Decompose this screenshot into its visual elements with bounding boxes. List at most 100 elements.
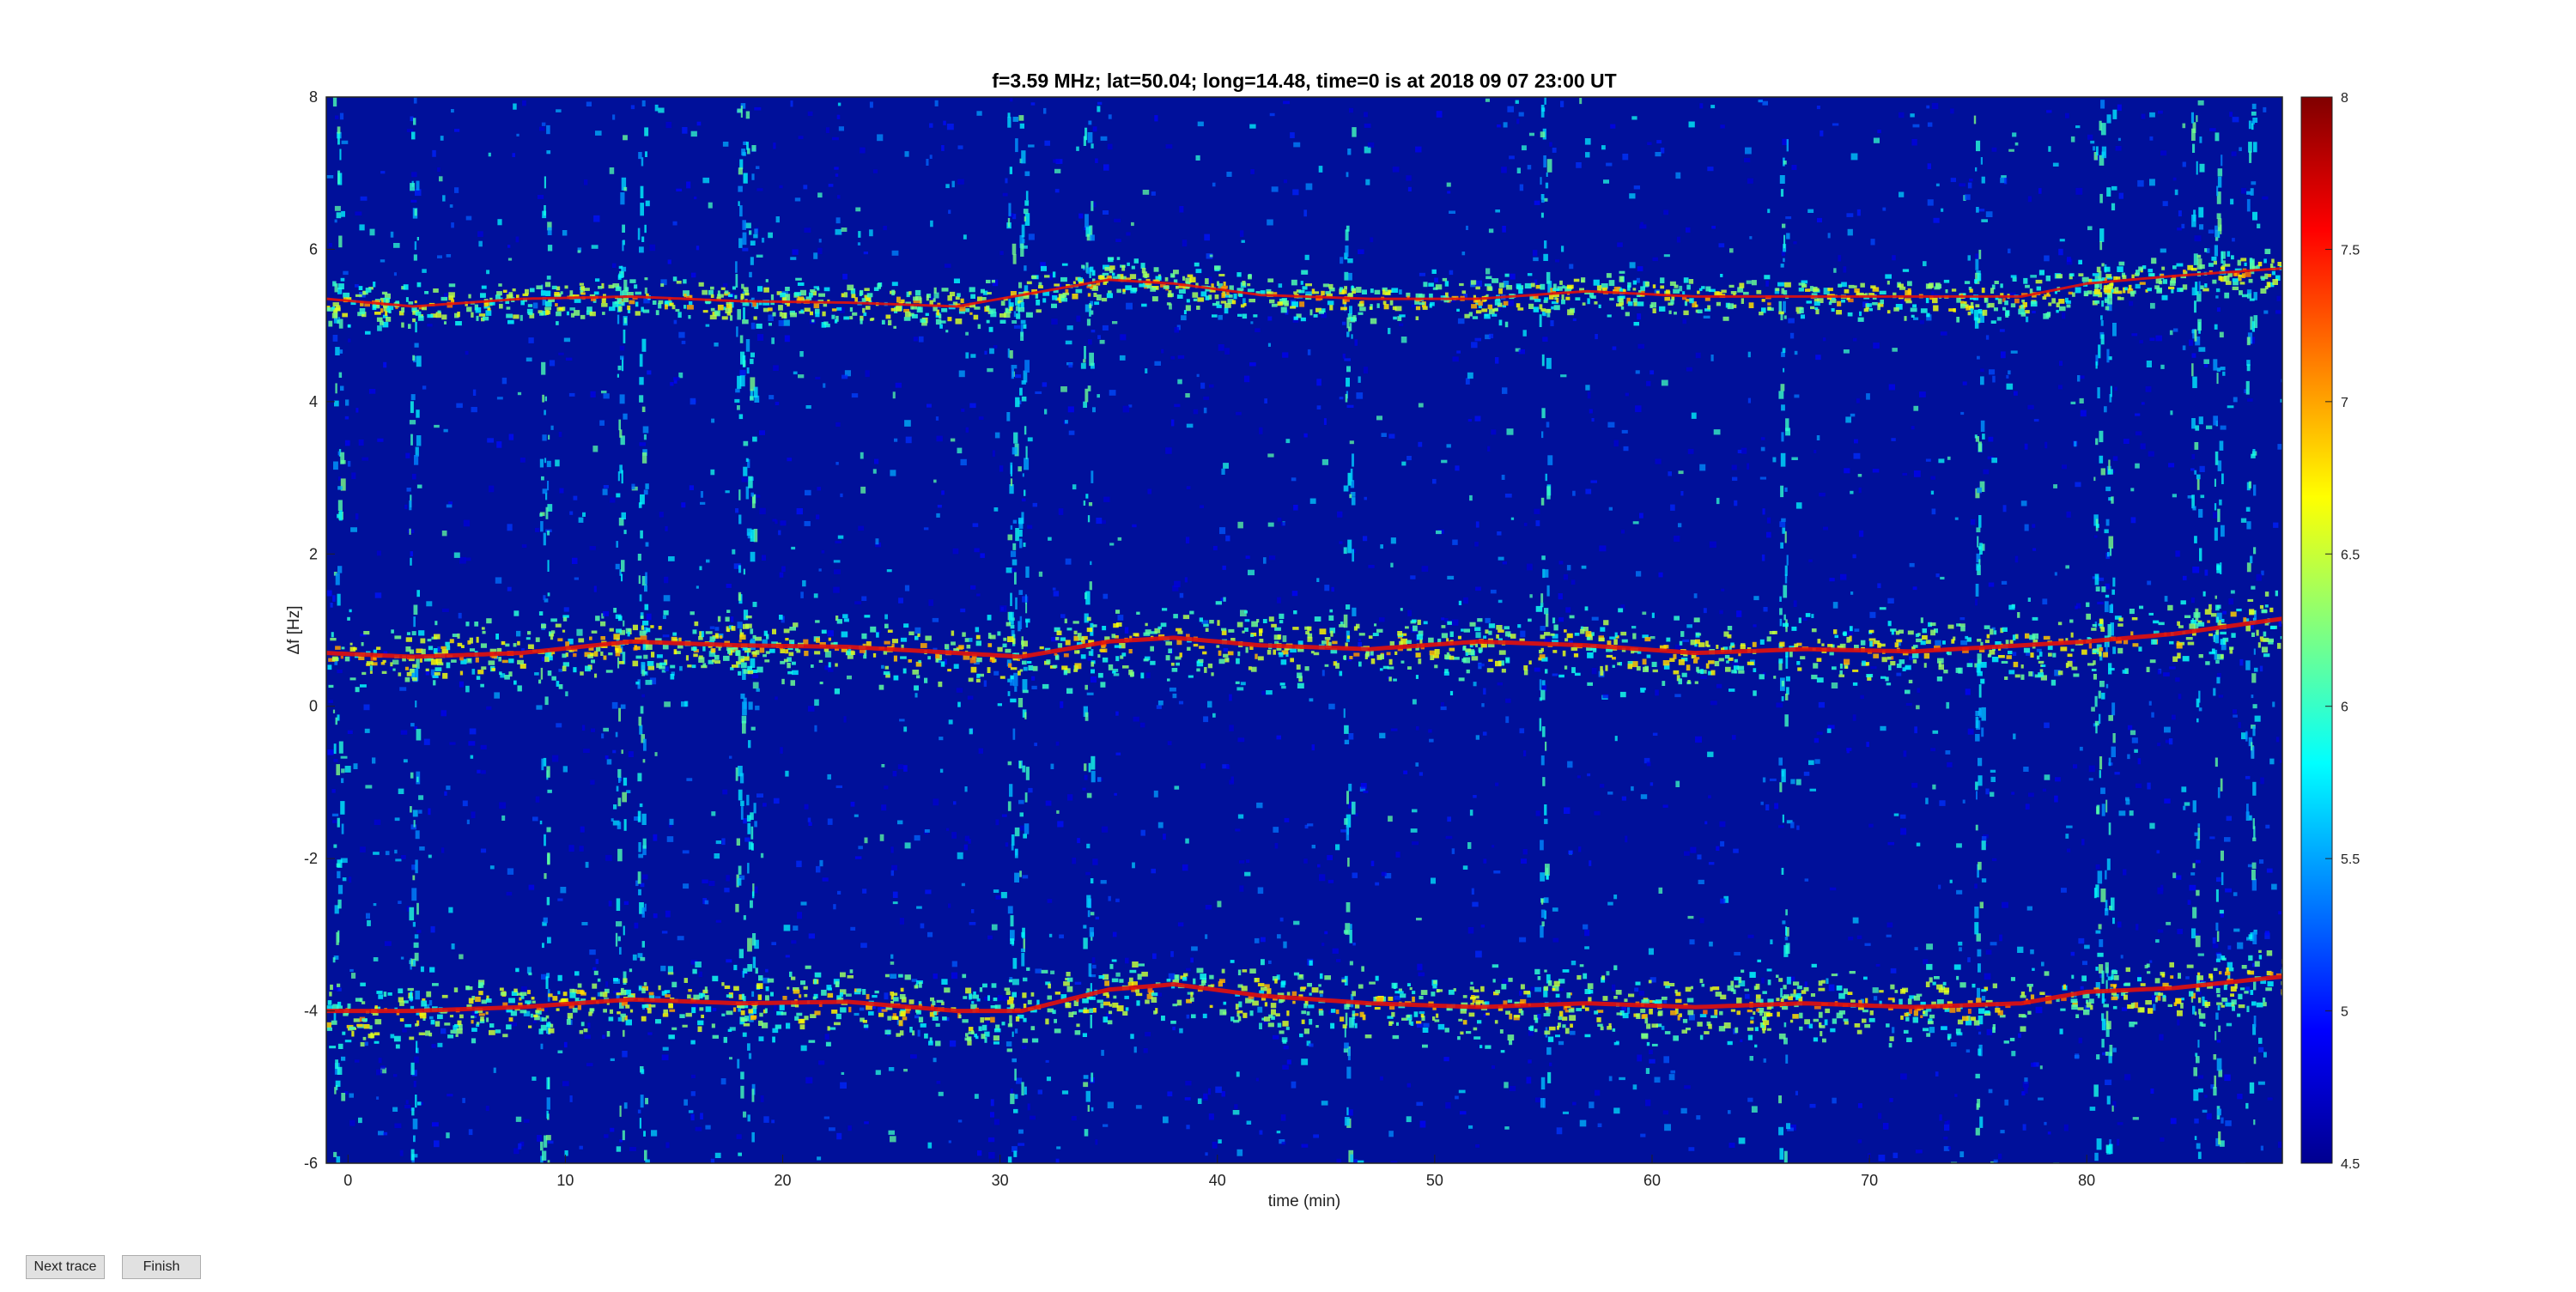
streak-speck	[416, 180, 420, 191]
streak-speck	[2251, 111, 2257, 116]
streak-speck	[637, 953, 643, 958]
streak-speck	[2098, 344, 2101, 359]
noise-speck	[2141, 402, 2145, 405]
noise-speck	[1446, 444, 1451, 448]
spectrogram-plot	[325, 96, 2283, 1164]
noise-speck	[1332, 948, 1339, 954]
noise-speck	[590, 391, 596, 397]
streak-speck	[2192, 143, 2196, 153]
streak-speck	[743, 173, 748, 184]
noise-speck	[1607, 792, 1613, 795]
trace-speck	[1984, 297, 1989, 303]
streak-speck	[546, 276, 551, 280]
streak-speck	[2109, 547, 2112, 556]
streak-speck	[2097, 870, 2103, 884]
noise-speck	[1133, 716, 1139, 722]
noise-speck	[664, 701, 671, 707]
noise-speck	[1734, 951, 1741, 955]
noise-speck	[662, 615, 666, 620]
noise-speck	[2026, 906, 2032, 911]
noise-speck	[2120, 955, 2123, 959]
streak-speck	[750, 900, 753, 908]
noise-speck	[1804, 981, 1807, 988]
streak-speck	[1084, 712, 1089, 721]
trace-speck	[1369, 306, 1373, 310]
noise-speck	[1335, 844, 1340, 851]
streak-speck	[743, 306, 745, 320]
noise-speck	[1571, 961, 1577, 966]
streak-speck	[2246, 364, 2251, 372]
noise-speck	[437, 255, 442, 258]
trace-speck	[2244, 262, 2247, 266]
noise-speck	[1761, 554, 1765, 561]
noise-speck	[550, 425, 554, 430]
noise-speck	[665, 666, 669, 671]
noise-speck	[1532, 250, 1538, 257]
noise-speck	[1316, 379, 1321, 386]
noise-speck	[2175, 875, 2182, 880]
noise-speck	[1684, 1085, 1691, 1089]
noise-speck	[2075, 187, 2083, 195]
noise-speck	[836, 1132, 842, 1140]
streak-speck	[410, 1149, 415, 1161]
noise-speck	[2062, 464, 2067, 470]
streak-speck	[2253, 484, 2257, 496]
noise-speck	[2080, 409, 2087, 417]
noise-speck	[774, 1004, 777, 1011]
noise-speck	[1184, 577, 1188, 583]
noise-speck	[1490, 589, 1497, 594]
noise-speck	[1663, 254, 1670, 258]
noise-speck	[1317, 864, 1321, 868]
noise-speck	[1103, 496, 1110, 502]
trace-speck	[1504, 321, 1509, 328]
trace-speck	[676, 281, 682, 284]
noise-speck	[465, 215, 472, 221]
streak-speck	[640, 956, 646, 961]
streak-speck	[752, 436, 757, 442]
noise-speck	[987, 1137, 995, 1143]
noise-speck	[832, 136, 839, 141]
noise-speck	[1186, 967, 1191, 972]
streak-speck	[1781, 696, 1784, 701]
trace-speck	[1633, 322, 1639, 326]
noise-speck	[1617, 242, 1623, 247]
noise-speck	[462, 1097, 465, 1103]
noise-speck	[2238, 722, 2241, 729]
noise-speck	[1770, 939, 1773, 944]
streak-speck	[2095, 438, 2099, 446]
streak-speck	[2111, 702, 2116, 716]
noise-speck	[355, 211, 362, 215]
noise-speck	[976, 111, 982, 116]
streak-speck	[341, 1056, 346, 1061]
streak-speck	[2246, 521, 2251, 530]
streak-speck	[1545, 864, 1550, 876]
noise-speck	[1850, 490, 1854, 494]
noise-speck	[2001, 580, 2008, 585]
streak-speck	[1350, 1154, 1354, 1162]
noise-speck	[1226, 764, 1230, 769]
streak-speck	[737, 1058, 740, 1069]
streak-speck	[1013, 311, 1017, 318]
noise-speck	[1257, 887, 1264, 895]
noise-speck	[458, 612, 462, 619]
noise-speck	[2208, 229, 2215, 234]
streak-speck	[548, 434, 550, 440]
streak-speck	[1352, 607, 1357, 616]
streak-speck	[541, 361, 546, 375]
streak-speck	[1084, 1129, 1089, 1137]
noise-speck	[2178, 694, 2182, 700]
streak-speck	[1084, 684, 1088, 690]
noise-speck	[927, 403, 932, 408]
noise-speck	[1989, 369, 1996, 375]
noise-speck	[835, 462, 839, 465]
noise-speck	[2150, 302, 2155, 309]
noise-speck	[1967, 182, 1972, 189]
noise-speck	[374, 819, 381, 825]
trace-speck	[1559, 280, 1563, 285]
streak-speck	[1009, 167, 1012, 174]
noise-speck	[383, 1131, 388, 1136]
noise-speck	[1469, 810, 1473, 816]
noise-speck	[835, 785, 842, 788]
noise-speck	[1900, 828, 1907, 835]
noise-speck	[1284, 817, 1290, 822]
